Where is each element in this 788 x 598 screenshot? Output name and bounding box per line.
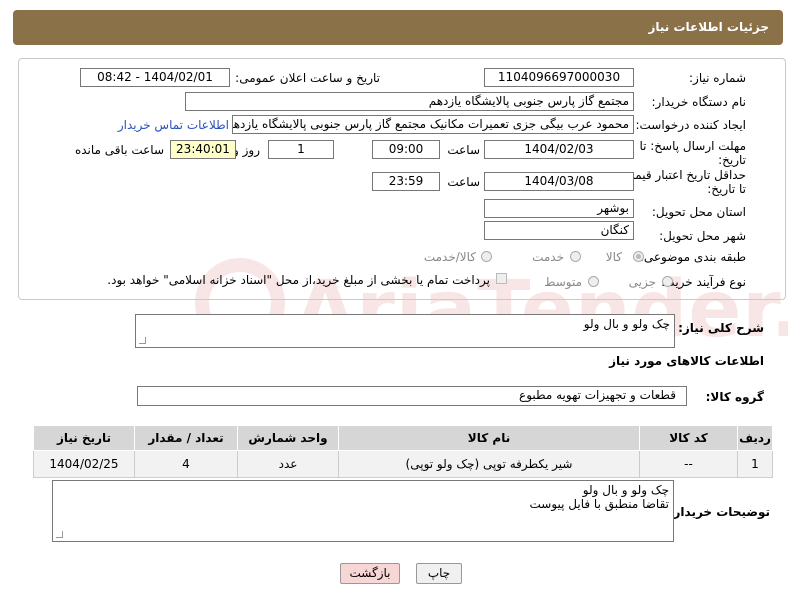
- need-description-field: چک ولو و بال ولو: [135, 314, 675, 348]
- column-code: کد کالا: [639, 425, 738, 451]
- requester-label: ایجاد کننده درخواست:: [635, 118, 746, 132]
- announce-datetime-field: 1404/02/01 - 08:42: [80, 68, 230, 87]
- remaining-time-label: ساعت باقی مانده: [74, 143, 164, 157]
- page-header: جزئیات اطلاعات نیاز: [13, 10, 783, 45]
- column-row: ردیف: [737, 425, 773, 451]
- cell-unit: عدد: [237, 450, 339, 478]
- days-label: روز و: [233, 143, 260, 157]
- resize-handle[interactable]: [56, 531, 63, 538]
- column-name: نام کالا: [338, 425, 640, 451]
- column-need-date: تاریخ نیاز: [33, 425, 135, 451]
- reply-date-field: 1404/02/03: [484, 140, 634, 159]
- price-time-label: ساعت: [447, 175, 480, 189]
- city-label: شهر محل تحویل:: [659, 229, 746, 243]
- process-medium-label: متوسط: [544, 275, 582, 289]
- process-medium-radio[interactable]: [588, 276, 599, 287]
- cell-quantity: 4: [134, 450, 238, 478]
- category-goods-service-label: کالا/خدمت: [423, 250, 476, 264]
- goods-section-title: اطلاعات کالاهای مورد نیاز: [609, 354, 764, 368]
- buyer-notes-field: چک ولو و بال ولو تقاضا منطبق با فایل پیو…: [52, 480, 674, 542]
- goods-table: ردیف کد کالا نام کالا واحد شمارش تعداد /…: [33, 425, 773, 478]
- treasury-payment-note: پرداخت تمام یا بخشی از مبلغ خرید،از محل …: [107, 273, 490, 287]
- buyer-notes-line-2: تقاضا منطبق با فایل پیوست: [529, 497, 669, 511]
- cell-row: 1: [737, 450, 773, 478]
- price-validity-label-2: تا تاریخ:: [707, 182, 746, 196]
- requester-field: محمود عرب بیگی جزی تعمیرات مکانیک مجتمع …: [232, 115, 634, 134]
- buyer-notes-label: توضیحات خریدار:: [668, 505, 770, 519]
- category-goods-service-radio[interactable]: [481, 251, 492, 262]
- price-date-field: 1404/03/08: [484, 172, 634, 191]
- province-field: بوشهر: [484, 199, 634, 218]
- reply-time-field: 09:00: [372, 140, 440, 159]
- cell-name: شیر یکطرفه توپی (چک ولو توپی): [338, 450, 640, 478]
- process-minor-radio[interactable]: [662, 276, 673, 287]
- need-description-label: شرح کلی نیاز:: [678, 321, 764, 335]
- goods-group-field: قطعات و تجهیزات تهویه مطبوع: [137, 386, 687, 406]
- price-validity-label: حداقل تاریخ اعتبار قیمت:: [619, 168, 746, 182]
- page-title: جزئیات اطلاعات نیاز: [648, 20, 769, 34]
- buyer-contact-link[interactable]: اطلاعات تماس خریدار: [118, 118, 229, 132]
- category-goods-radio[interactable]: [633, 251, 644, 262]
- remaining-days-field: 1: [268, 140, 334, 159]
- goods-group-label: گروه کالا:: [705, 390, 764, 404]
- buyer-notes-line-1: چک ولو و بال ولو: [582, 483, 669, 497]
- category-service-label: خدمت: [532, 250, 564, 264]
- province-label: استان محل تحویل:: [651, 205, 746, 219]
- table-row: 1 -- شیر یکطرفه توپی (چک ولو توپی) عدد 4…: [33, 450, 773, 478]
- column-unit: واحد شمارش: [237, 425, 339, 451]
- buyer-org-field: مجتمع گاز پارس جنوبی پالایشگاه یازدهم: [185, 92, 634, 111]
- back-button[interactable]: بازگشت: [340, 563, 400, 584]
- reply-deadline-label-2: تاریخ:: [718, 153, 746, 167]
- cell-need-date: 1404/02/25: [33, 450, 135, 478]
- column-quantity: تعداد / مقدار: [134, 425, 238, 451]
- need-number-field: 1104096697000030: [484, 68, 634, 87]
- announce-datetime-label: تاریخ و ساعت اعلان عمومی:: [235, 71, 380, 85]
- remaining-time-field: 23:40:01: [170, 140, 236, 159]
- cell-code: --: [639, 450, 738, 478]
- need-number-label: شماره نیاز:: [689, 71, 746, 85]
- category-service-radio[interactable]: [570, 251, 581, 262]
- reply-time-label: ساعت: [447, 143, 480, 157]
- process-minor-label: جزیی: [628, 275, 656, 289]
- category-label: طبقه بندی موضوعی:: [639, 250, 746, 264]
- buyer-org-label: نام دستگاه خریدار:: [651, 95, 747, 109]
- print-button[interactable]: چاپ: [416, 563, 462, 584]
- goods-table-header: ردیف کد کالا نام کالا واحد شمارش تعداد /…: [33, 425, 773, 451]
- city-field: کنگان: [484, 221, 634, 240]
- process-type-label: نوع فرآیند خرید :: [661, 275, 746, 289]
- category-goods-label: کالا: [605, 250, 622, 264]
- treasury-payment-checkbox[interactable]: [496, 273, 507, 284]
- resize-handle[interactable]: [139, 337, 146, 344]
- price-time-field: 23:59: [372, 172, 440, 191]
- reply-deadline-label: مهلت ارسال پاسخ: تا: [639, 139, 746, 153]
- need-description-text: چک ولو و بال ولو: [583, 317, 670, 331]
